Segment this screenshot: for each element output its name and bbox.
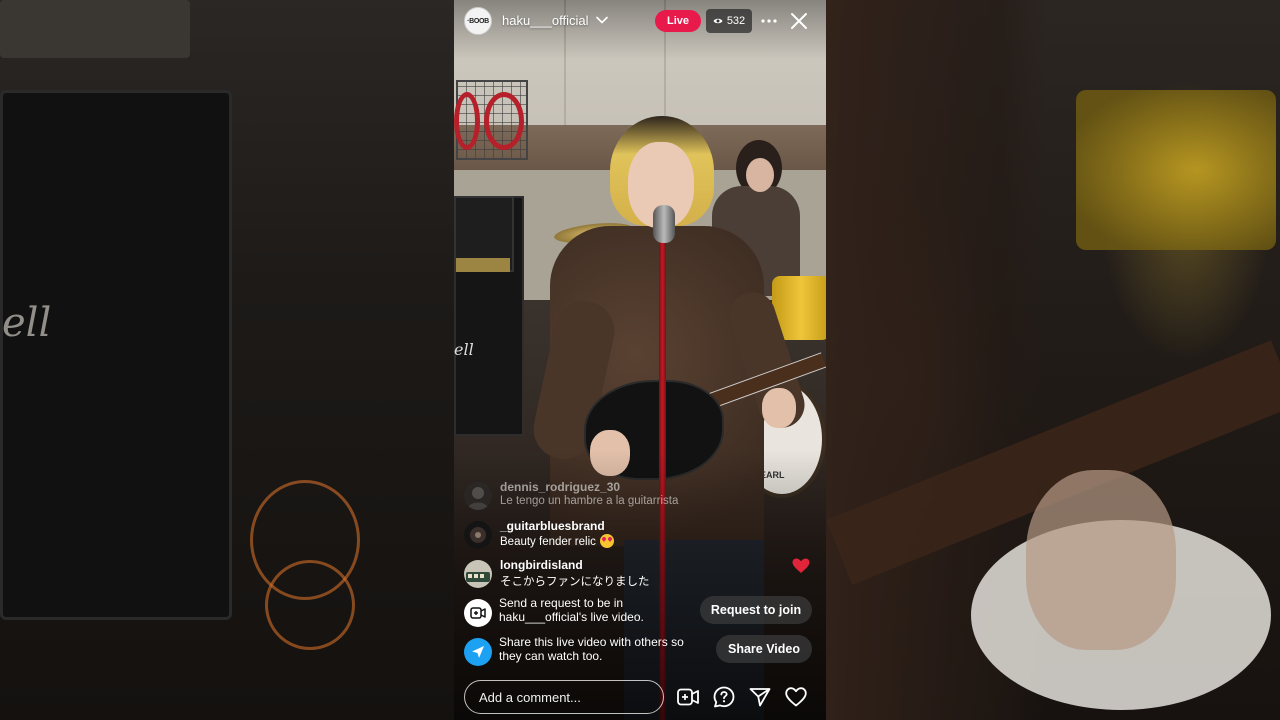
viewer-count-badge[interactable]: 532 — [706, 9, 752, 33]
live-badge-label: Live — [666, 15, 689, 27]
blurred-amp-head — [0, 0, 190, 58]
more-options-button[interactable] — [758, 9, 780, 33]
share-video-message: Share this live video with others so the… — [464, 635, 714, 671]
amp-logo: ell — [454, 340, 474, 359]
viewer-count: 532 — [726, 15, 746, 27]
cable-coil — [454, 92, 480, 150]
close-button[interactable] — [788, 9, 810, 33]
commenter-avatar[interactable] — [464, 482, 492, 510]
heart-icon — [785, 687, 807, 707]
avatar-image — [464, 482, 492, 510]
close-icon — [791, 13, 807, 29]
blurred-drum — [1076, 90, 1276, 250]
add-guest-button[interactable] — [674, 683, 702, 711]
request-join-text: Send a request to be in haku___official'… — [499, 596, 644, 624]
comment-text-line: Beauty fender relic — [500, 534, 614, 548]
blurred-cable — [265, 560, 355, 650]
share-video-text: Share this live video with others so the… — [499, 635, 684, 663]
comment-text: Le tengo un hambre a la guitarrista — [500, 495, 679, 507]
floating-heart-icon — [792, 558, 810, 573]
send-button[interactable] — [746, 683, 774, 711]
blurred-hand — [1026, 470, 1176, 650]
share-badge — [464, 638, 492, 666]
host-avatar-text: ·BOOB — [467, 17, 489, 25]
comment-item[interactable]: _guitarbluesbrand Beauty fender relic — [464, 519, 724, 555]
comment-username[interactable]: longbirdisland — [500, 558, 583, 572]
ask-question-button[interactable] — [710, 683, 738, 711]
blurred-amp-cabinet — [0, 90, 232, 620]
heart-eyes-emoji-icon — [599, 534, 614, 548]
video-add-icon — [470, 607, 486, 619]
chevron-down-icon[interactable] — [595, 13, 609, 27]
avatar-image — [464, 521, 492, 549]
share-video-label: Share Video — [727, 642, 801, 656]
paper-plane-icon — [472, 646, 484, 658]
add-comment-input[interactable] — [464, 680, 664, 714]
blurred-background-left: ell — [0, 0, 454, 720]
commenter-avatar[interactable] — [464, 521, 492, 549]
host-username[interactable]: haku___official — [502, 13, 589, 28]
share-video-button[interactable]: Share Video — [716, 635, 812, 663]
question-icon — [713, 686, 735, 708]
comment-username[interactable]: dennis_rodriguez_30 — [500, 480, 620, 494]
comment-item[interactable]: dennis_rodriguez_30 Le tengo un hambre a… — [464, 480, 724, 516]
like-button[interactable] — [782, 683, 810, 711]
send-icon — [749, 688, 771, 707]
comment-text: そこからファンになりました — [500, 576, 650, 588]
request-to-join-button[interactable]: Request to join — [700, 596, 812, 624]
add-guest-icon — [677, 688, 699, 706]
live-header: ·BOOB haku___official Live 532 — [454, 0, 826, 44]
cable-coil — [484, 92, 524, 150]
eye-icon — [713, 18, 723, 24]
request-to-join-label: Request to join — [710, 603, 802, 617]
more-dots-icon — [761, 19, 777, 23]
blurred-background-right — [826, 0, 1280, 720]
commenter-avatar[interactable] — [464, 560, 492, 588]
drummer-face — [746, 158, 774, 192]
request-join-message: Send a request to be in haku___official'… — [464, 596, 714, 632]
add-guest-badge — [464, 599, 492, 627]
comment-text: Beauty fender relic — [500, 536, 596, 548]
avatar-image — [464, 560, 492, 588]
fretting-hand — [762, 388, 796, 428]
live-badge: Live — [655, 10, 701, 32]
host-avatar[interactable]: ·BOOB — [464, 7, 492, 35]
amp-panel — [456, 258, 510, 272]
microphone — [653, 205, 675, 243]
blurred-amp-logo: ell — [2, 300, 52, 346]
comment-item[interactable]: longbirdisland そこからファンになりました — [464, 558, 724, 594]
comment-username[interactable]: _guitarbluesbrand — [500, 519, 605, 533]
live-video-frame[interactable]: ell PEARL ·BOOB haku___official Live — [454, 0, 826, 720]
